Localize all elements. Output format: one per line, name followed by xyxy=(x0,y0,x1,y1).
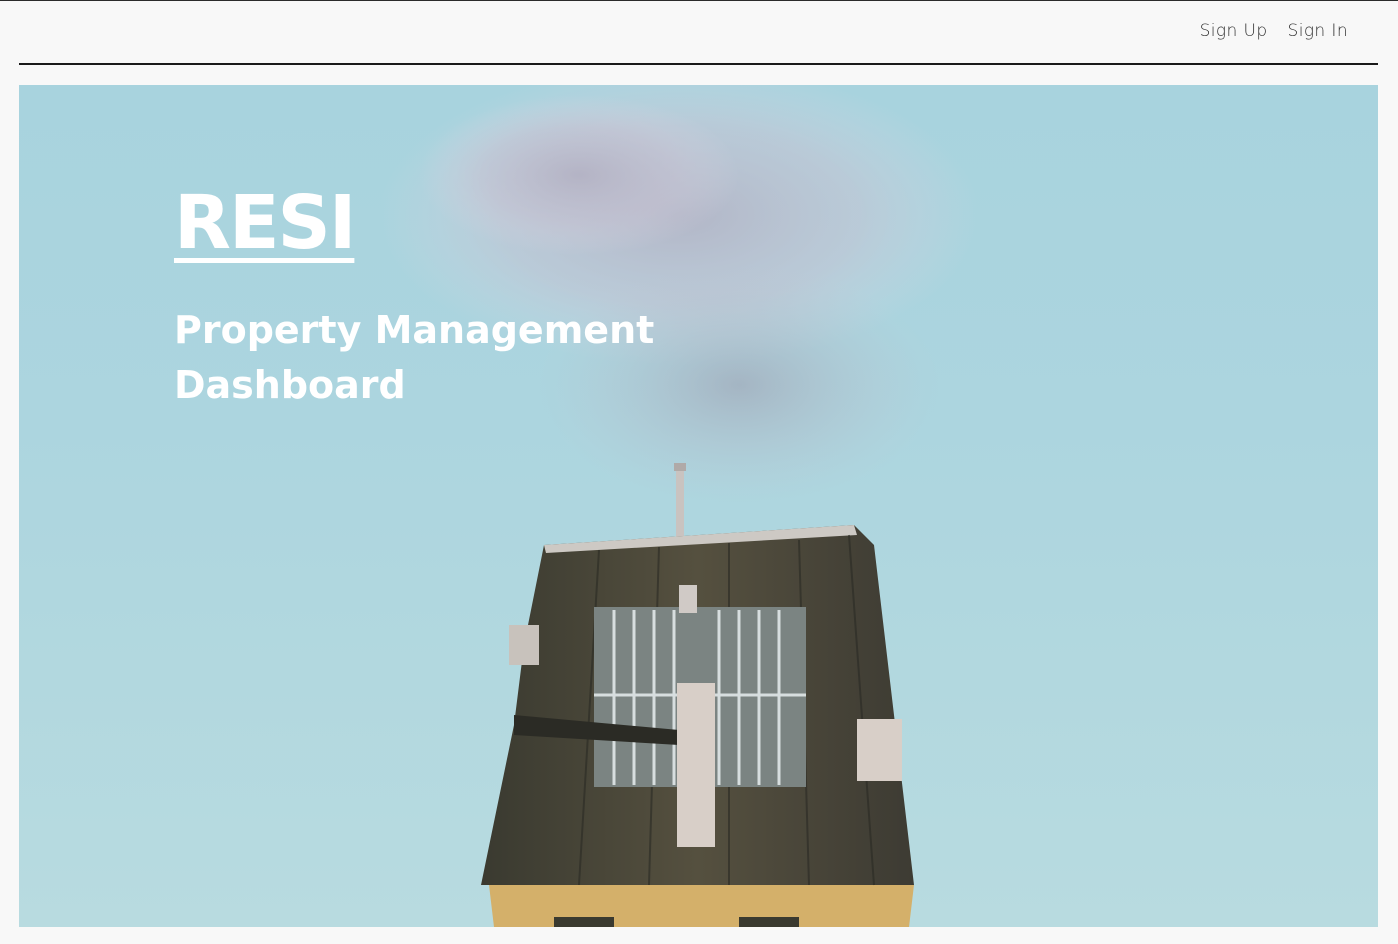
chimney-center xyxy=(677,683,715,847)
hero-subtitle: Property Management Dashboard xyxy=(174,308,655,407)
building-wall xyxy=(489,885,914,927)
brand-title[interactable]: RESI xyxy=(174,180,356,266)
sign-in-link[interactable]: Sign In xyxy=(1288,21,1348,41)
hero-banner: RESI Property Management Dashboard xyxy=(19,85,1378,927)
chimney-right xyxy=(857,719,902,781)
antenna xyxy=(676,467,684,542)
navbar: Sign Up Sign In xyxy=(19,1,1378,65)
nav-links: Sign Up Sign In xyxy=(1200,21,1348,41)
sign-up-link[interactable]: Sign Up xyxy=(1200,21,1268,41)
